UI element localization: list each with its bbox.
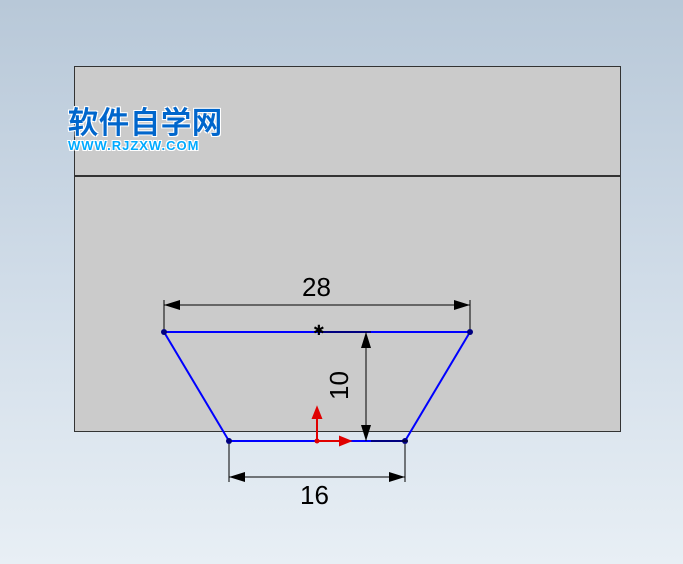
watermark-title: 软件自学网 bbox=[68, 98, 223, 142]
sketch-point-br[interactable] bbox=[402, 438, 408, 444]
sketch-point-bl[interactable] bbox=[226, 438, 232, 444]
dimension-bottom-value: 16 bbox=[300, 480, 329, 510]
watermark: 软件自学网 WWW.RJZXW.COM bbox=[68, 98, 223, 153]
dimension-bottom-width[interactable]: 16 bbox=[229, 444, 405, 510]
model-face-bottom[interactable] bbox=[74, 176, 621, 432]
